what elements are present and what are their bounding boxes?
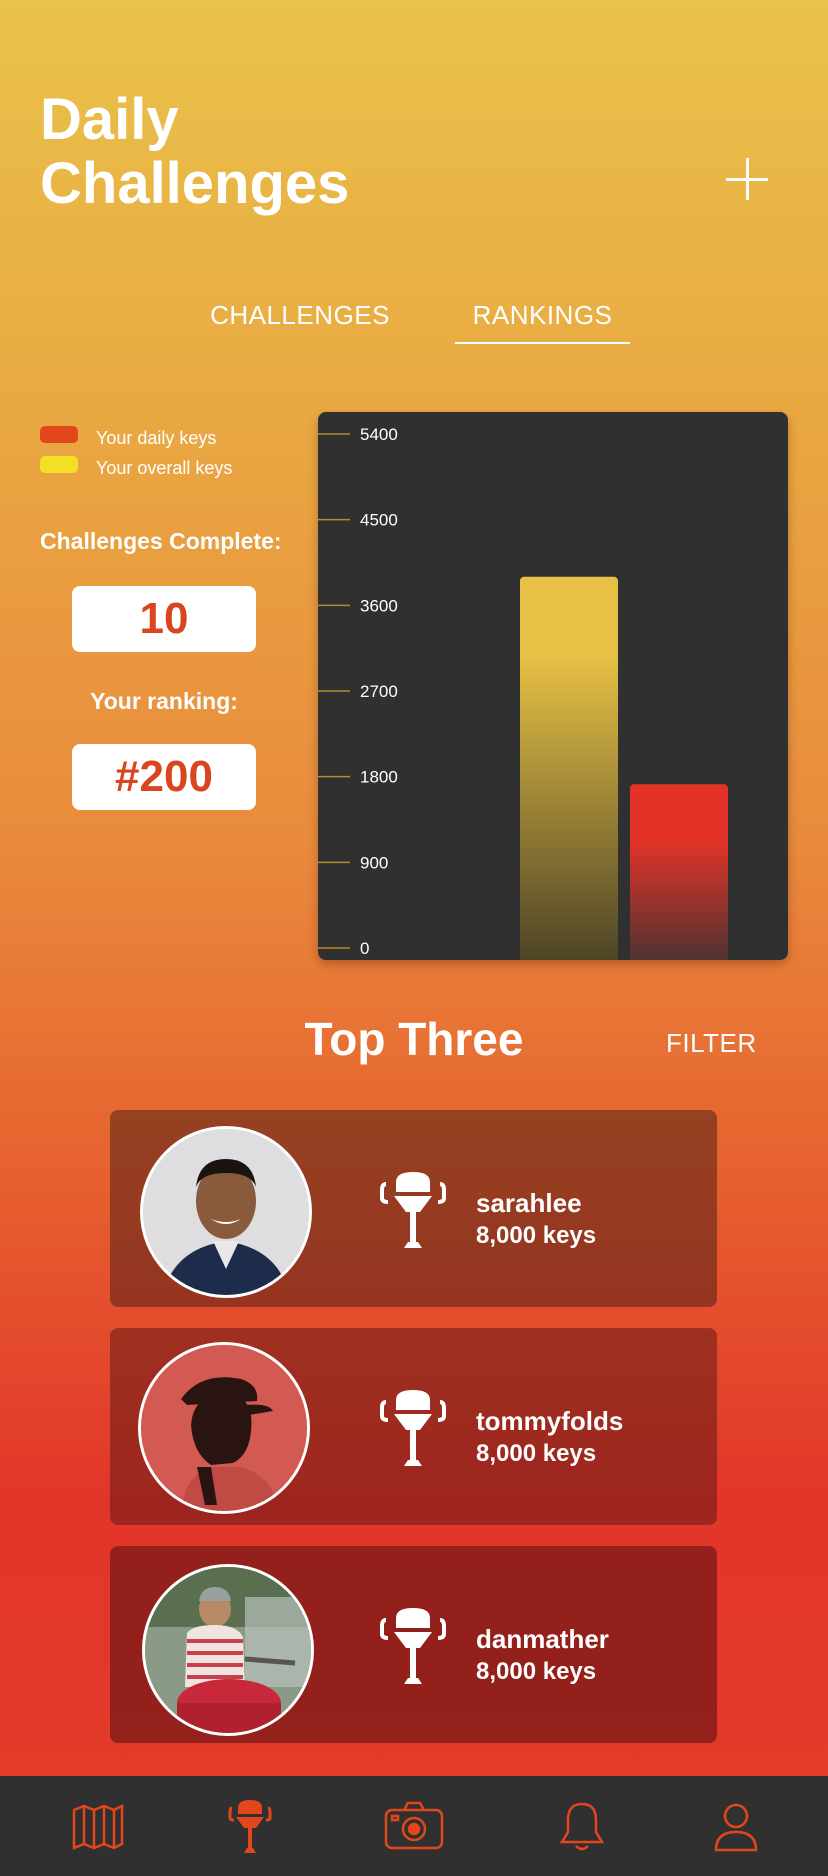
ranking-label: Your ranking:: [90, 688, 238, 714]
challenges-complete-label: Challenges Complete:: [40, 528, 282, 554]
page-title-line1: Daily: [40, 87, 179, 152]
tab-rankings[interactable]: RANKINGS: [455, 300, 630, 344]
ranking-value: #200: [72, 744, 256, 810]
top-three-title: Top Three: [304, 1013, 524, 1065]
bar-overall-keys: [520, 576, 618, 960]
challenges-complete-value: 10: [72, 586, 256, 652]
y-tick-label: 4500: [360, 511, 398, 530]
avatar-photo-icon[interactable]: [140, 1126, 312, 1298]
legend-daily-swatch: [40, 426, 78, 443]
leaderboard-keys: 8,000 keys: [476, 1440, 597, 1467]
legend-daily-label: Your daily keys: [96, 428, 217, 448]
bottom-nav: [0, 1776, 828, 1876]
profile-icon[interactable]: [708, 1798, 764, 1854]
bell-icon[interactable]: [554, 1798, 610, 1854]
trophy-icon: [380, 1604, 446, 1686]
keys-bar-chart: 0 900 1800 2700 3600 4500 5400: [318, 412, 788, 960]
leaderboard-username: sarahlee: [476, 1188, 582, 1218]
page-title: Daily Challenges: [40, 88, 440, 216]
chart-svg: 0 900 1800 2700 3600 4500 5400: [318, 425, 728, 960]
y-tick-label: 2700: [360, 682, 398, 701]
plus-icon[interactable]: [724, 156, 770, 202]
leaderboard-keys: 8,000 keys: [476, 1658, 597, 1685]
tab-challenges[interactable]: CHALLENGES: [200, 300, 400, 344]
leaderboard-username: tommyfolds: [476, 1406, 624, 1436]
leaderboard-username: danmather: [476, 1624, 609, 1654]
y-tick-label: 3600: [360, 596, 398, 615]
leaderboard-keys: 8,000 keys: [476, 1222, 597, 1249]
avatar-photo-icon[interactable]: [142, 1564, 314, 1736]
page-title-line2: Challenges: [40, 151, 350, 216]
legend-overall-label: Your overall keys: [96, 458, 233, 478]
y-tick-label: 5400: [360, 425, 398, 444]
trophy-icon: [380, 1168, 446, 1250]
y-tick-label: 900: [360, 853, 388, 872]
grill-icon[interactable]: [222, 1798, 278, 1854]
leaderboard-card-3[interactable]: danmather 8,000 keys: [110, 1546, 717, 1743]
leaderboard-card-1[interactable]: sarahlee 8,000 keys: [110, 1110, 717, 1307]
leaderboard-card-2[interactable]: tommyfolds 8,000 keys: [110, 1328, 717, 1525]
map-icon[interactable]: [70, 1798, 126, 1854]
avatar-photo-icon[interactable]: [138, 1342, 310, 1514]
y-tick-label: 0: [360, 939, 369, 958]
legend-overall-swatch: [40, 456, 78, 473]
bar-daily-keys: [630, 784, 728, 960]
camera-icon[interactable]: [384, 1798, 444, 1854]
y-tick-label: 1800: [360, 768, 398, 787]
trophy-icon: [380, 1386, 446, 1468]
filter-button[interactable]: FILTER: [666, 1028, 757, 1059]
